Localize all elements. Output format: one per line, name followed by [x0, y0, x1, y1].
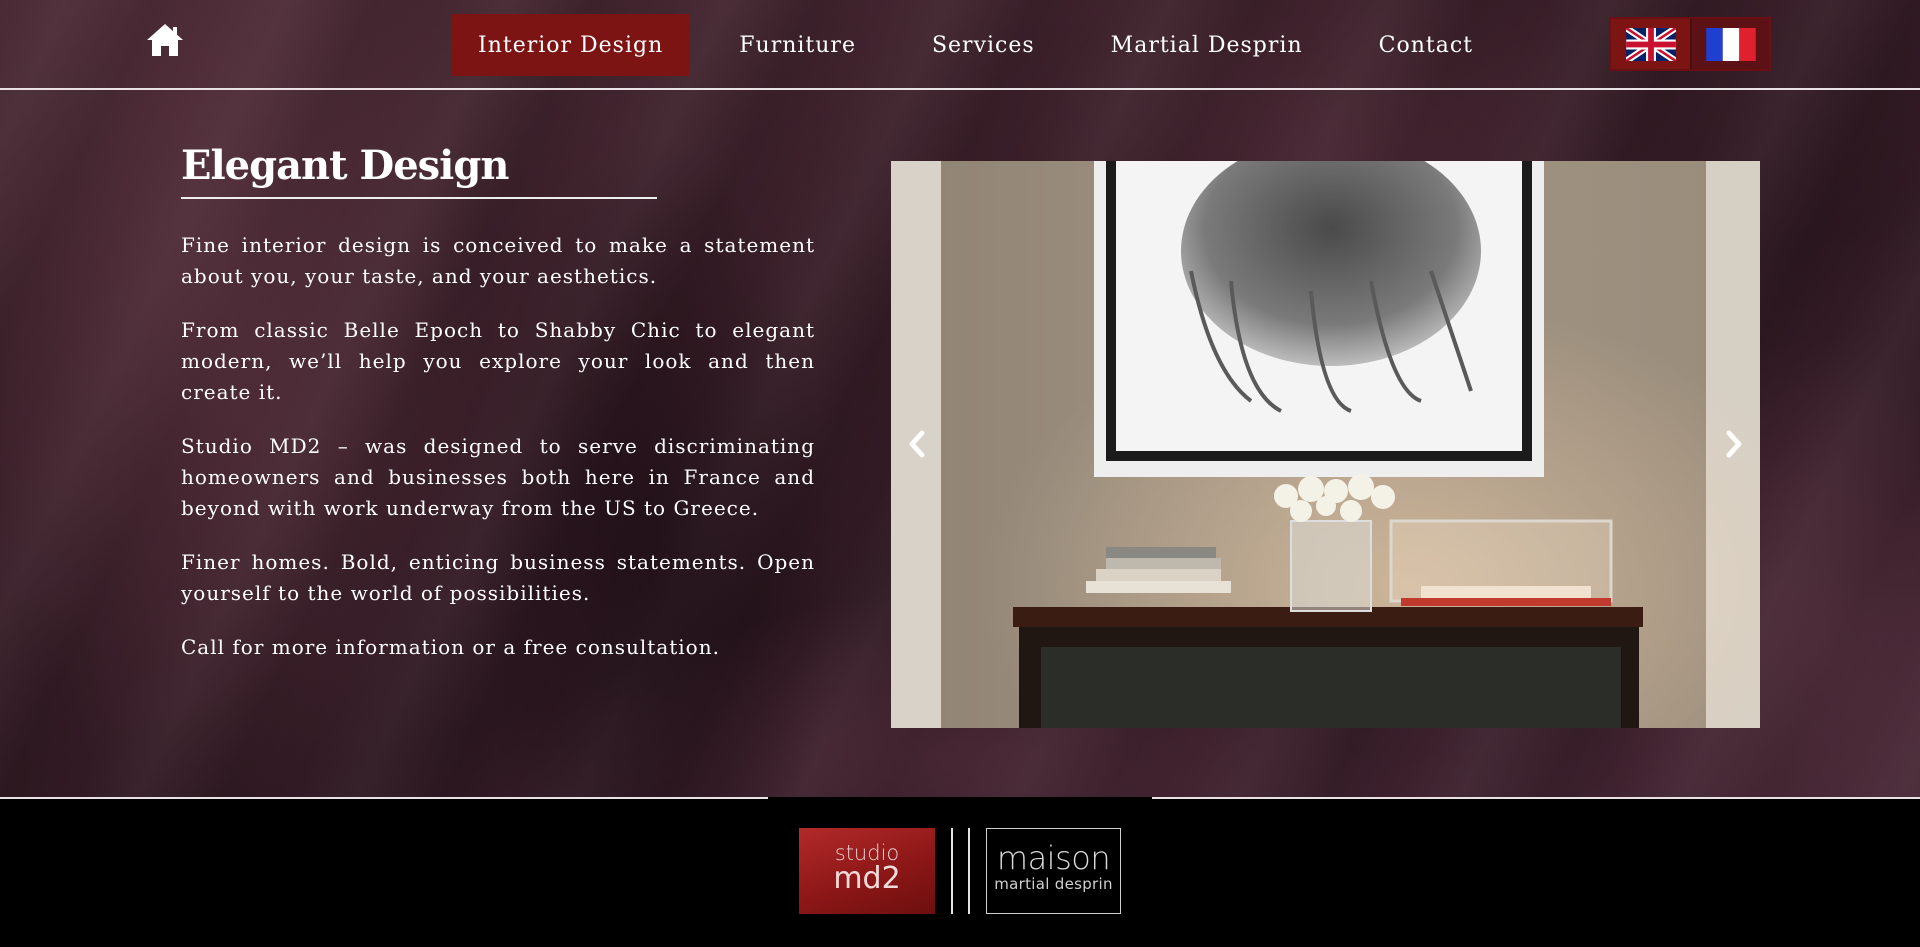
paragraph: From classic Belle Epoch to Shabby Chic …: [181, 318, 815, 404]
home-icon[interactable]: [145, 22, 185, 58]
language-fr[interactable]: [1690, 19, 1769, 69]
logo-line: studio: [834, 841, 900, 865]
paragraph: Studio MD2 – was designed to serve discr…: [181, 434, 815, 520]
logo-line: martial desprin: [994, 875, 1113, 893]
logo-line: maison: [996, 839, 1111, 877]
slider-prev-button[interactable]: [899, 426, 935, 462]
page-title: Elegant Design: [181, 142, 657, 199]
intro-text: Fine interior design is conceived to mak…: [181, 230, 815, 686]
footer-divider: [1152, 797, 1920, 799]
language-en[interactable]: [1611, 19, 1690, 69]
uk-flag-icon: [1625, 27, 1676, 61]
france-flag-icon: [1705, 27, 1756, 61]
studio-md2-logo[interactable]: studio md2: [799, 828, 935, 914]
logo-line: md2: [833, 861, 901, 896]
site-footer: studio md2 maison martial desprin: [0, 797, 1920, 947]
paragraph: Call for more information or a free cons…: [181, 635, 720, 659]
language-switcher: [1609, 17, 1771, 71]
nav-item-interior-design[interactable]: Interior Design: [452, 14, 690, 76]
footer-divider: [0, 797, 768, 799]
paragraph: Finer homes. Bold, enticing business sta…: [181, 550, 815, 605]
slider-next-button[interactable]: [1716, 426, 1752, 462]
image-slider[interactable]: [891, 161, 1760, 728]
nav-item-furniture[interactable]: Furniture: [713, 14, 882, 76]
slide-image: [891, 161, 1760, 728]
chevron-left-icon: [909, 430, 925, 458]
paragraph: Fine interior design is conceived to mak…: [181, 233, 815, 288]
maison-martial-desprin-logo[interactable]: maison martial desprin: [986, 828, 1121, 914]
nav-item-services[interactable]: Services: [906, 14, 1061, 76]
logo-separator: [968, 828, 970, 914]
chevron-right-icon: [1726, 430, 1742, 458]
nav-item-martial-desprin[interactable]: Martial Desprin: [1085, 14, 1329, 76]
site-header: Interior Design Furniture Services Marti…: [0, 0, 1920, 90]
main-nav: Interior Design Furniture Services Marti…: [452, 14, 1523, 76]
nav-item-contact[interactable]: Contact: [1353, 14, 1499, 76]
logo-separator: [951, 828, 953, 914]
